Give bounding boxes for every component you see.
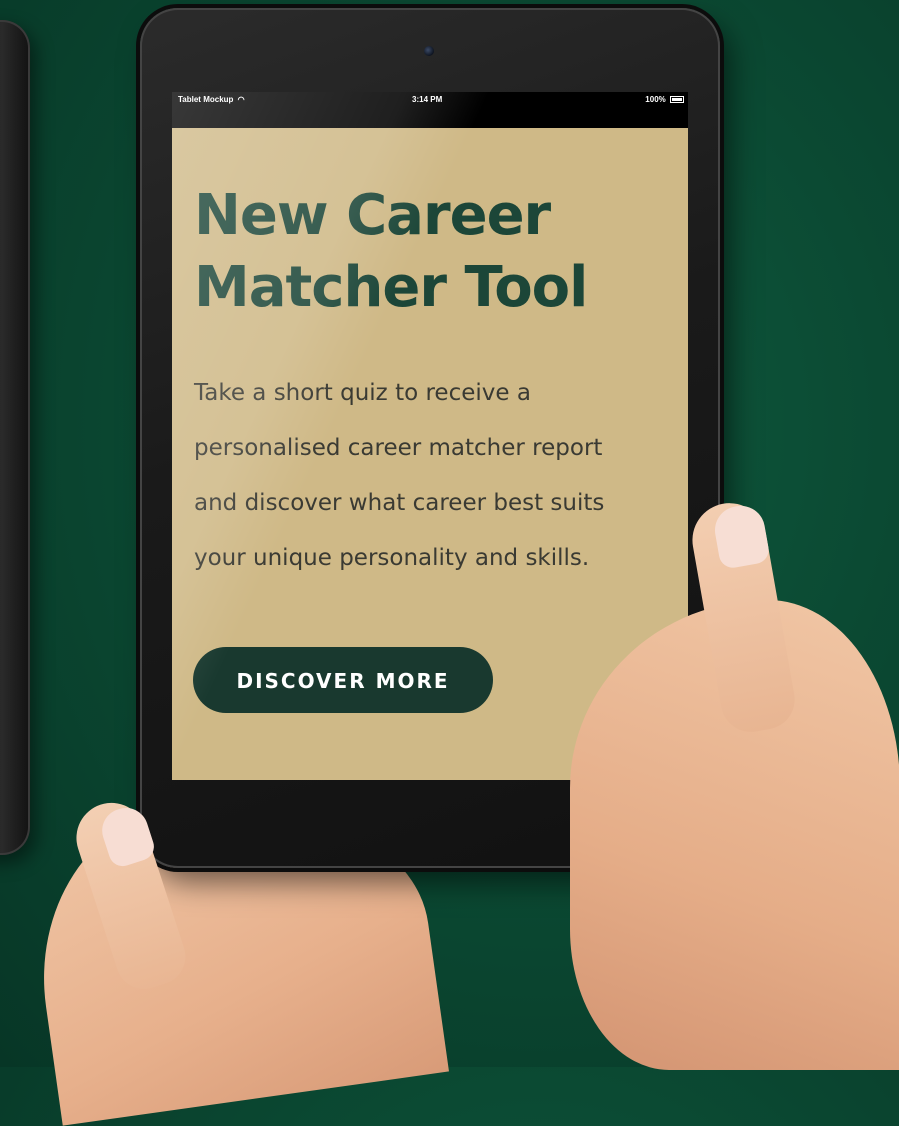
wifi-icon: ◠ bbox=[237, 95, 245, 104]
status-battery: 100% bbox=[645, 95, 684, 104]
status-carrier: Tablet Mockup ◠ bbox=[178, 95, 245, 104]
battery-icon bbox=[670, 96, 684, 104]
title-line-1: New Career bbox=[194, 183, 551, 248]
page-title: New Career Matcher Tool bbox=[194, 180, 674, 324]
discover-more-button[interactable]: DISCOVER MORE bbox=[193, 647, 493, 713]
hero-content: New Career Matcher Tool Take a short qui… bbox=[194, 180, 674, 586]
description-line-1: Take a short quiz to receive a bbox=[194, 380, 531, 406]
carrier-label: Tablet Mockup bbox=[178, 95, 234, 104]
hero-description: Take a short quiz to receive a personali… bbox=[194, 366, 674, 586]
secondary-device-edge bbox=[0, 20, 30, 855]
description-line-2: personalised career matcher report bbox=[194, 435, 603, 461]
status-time: 3:14 PM bbox=[412, 95, 443, 104]
description-line-4: your unique personality and skills. bbox=[194, 545, 590, 571]
camera-icon bbox=[424, 46, 434, 56]
battery-percent: 100% bbox=[645, 95, 666, 104]
description-line-3: and discover what career best suits bbox=[194, 490, 605, 516]
status-bar: Tablet Mockup ◠ 3:14 PM 100% bbox=[172, 92, 688, 128]
title-line-2: Matcher Tool bbox=[194, 255, 588, 320]
